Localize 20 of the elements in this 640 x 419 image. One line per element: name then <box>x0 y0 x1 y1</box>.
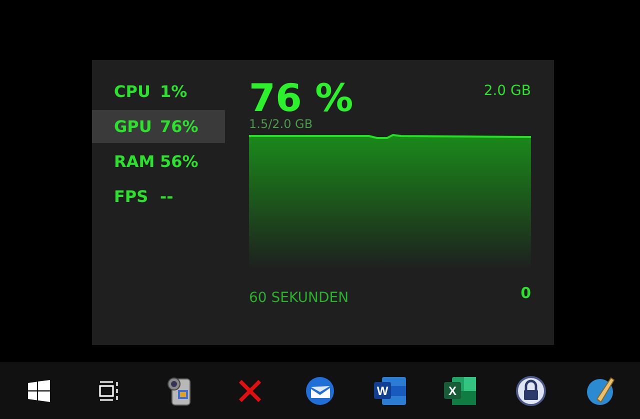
padlock-icon[interactable] <box>516 376 546 406</box>
max-label: 2.0 GB <box>484 83 531 99</box>
min-label: 0 <box>520 284 531 302</box>
camcorder-icon[interactable] <box>167 377 190 405</box>
document-icon[interactable] <box>374 376 406 404</box>
usage-label: 1.5/2.0 GB <box>249 118 313 130</box>
envelope-globe-icon[interactable] <box>306 376 334 404</box>
gpu-percentage: 76 % <box>249 78 354 118</box>
metric-item[interactable]: RAM 56% <box>92 145 225 178</box>
app-letter: W <box>377 384 388 398</box>
windows-icon[interactable] <box>28 380 50 402</box>
metric-item[interactable]: FPS -- <box>92 180 225 213</box>
metric-item[interactable]: CPU 1% <box>92 75 225 108</box>
time-axis-label: 60 SEKUNDEN <box>249 290 349 306</box>
task-view-icon[interactable] <box>100 380 118 400</box>
close-icon[interactable] <box>238 378 262 402</box>
spreadsheet-icon[interactable] <box>444 376 476 404</box>
pen-nib-icon[interactable] <box>586 376 615 404</box>
metric-item[interactable]: GPU 76% <box>92 110 225 143</box>
app-letter: X <box>448 384 457 398</box>
